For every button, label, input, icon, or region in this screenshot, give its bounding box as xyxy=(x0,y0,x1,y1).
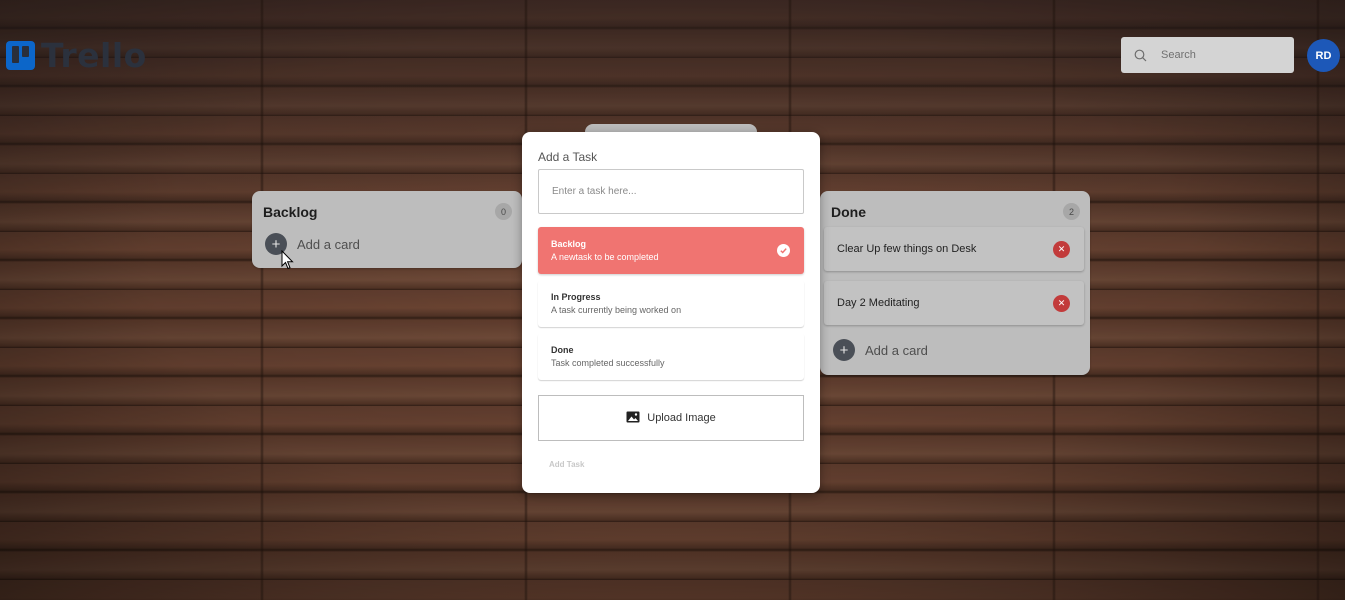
add-card-button[interactable]: + Add a card xyxy=(265,233,360,255)
upload-image-button[interactable]: Upload Image xyxy=(538,395,804,441)
trello-logo-icon xyxy=(6,41,35,70)
upload-image-label: Upload Image xyxy=(647,412,716,424)
card[interactable]: Day 2 Meditating ✕ xyxy=(824,281,1084,325)
list-title: Backlog xyxy=(263,203,318,220)
option-name: Backlog xyxy=(551,239,587,249)
delete-card-icon[interactable]: ✕ xyxy=(1053,240,1070,258)
card[interactable]: Clear Up few things on Desk ✕ xyxy=(824,227,1084,271)
card-count-badge: 0 xyxy=(495,203,512,220)
mouse-cursor-icon xyxy=(281,249,295,275)
status-option-backlog[interactable]: Backlog A newtask to be completed xyxy=(538,227,804,274)
add-card-button[interactable]: + Add a card xyxy=(833,339,928,361)
option-description: A newtask to be completed xyxy=(551,252,659,262)
trello-logo[interactable]: Trello xyxy=(6,36,147,75)
delete-card-icon[interactable]: ✕ xyxy=(1053,294,1070,312)
modal-title: Add a Task xyxy=(538,150,598,164)
list-title: Done xyxy=(831,203,866,220)
card-text: Clear Up few things on Desk xyxy=(837,243,977,255)
add-card-label: Add a card xyxy=(865,342,928,358)
status-option-done[interactable]: Done Task completed successfully xyxy=(538,333,804,380)
image-icon xyxy=(626,411,640,426)
app-name: Trello xyxy=(41,36,147,75)
search-icon xyxy=(1125,49,1155,62)
card-count-badge: 2 xyxy=(1063,203,1080,220)
search-input[interactable] xyxy=(1161,49,1281,61)
check-icon xyxy=(777,244,790,257)
search-box[interactable] xyxy=(1121,37,1294,73)
status-option-in-progress[interactable]: In Progress A task currently being worke… xyxy=(538,280,804,327)
option-name: In Progress xyxy=(551,292,601,302)
add-task-button[interactable]: Add Task xyxy=(549,460,584,469)
card-text: Day 2 Meditating xyxy=(837,297,920,309)
task-input[interactable] xyxy=(538,169,804,214)
avatar[interactable]: RD xyxy=(1307,39,1340,72)
list-done: Done 2 Clear Up few things on Desk ✕ Day… xyxy=(820,191,1090,375)
option-description: A task currently being worked on xyxy=(551,305,682,315)
option-description: Task completed successfully xyxy=(551,358,665,368)
plus-icon: + xyxy=(833,339,855,361)
option-name: Done xyxy=(551,345,574,355)
add-task-modal: Add a Task Backlog A newtask to be compl… xyxy=(522,132,820,493)
add-card-label: Add a card xyxy=(297,236,360,252)
